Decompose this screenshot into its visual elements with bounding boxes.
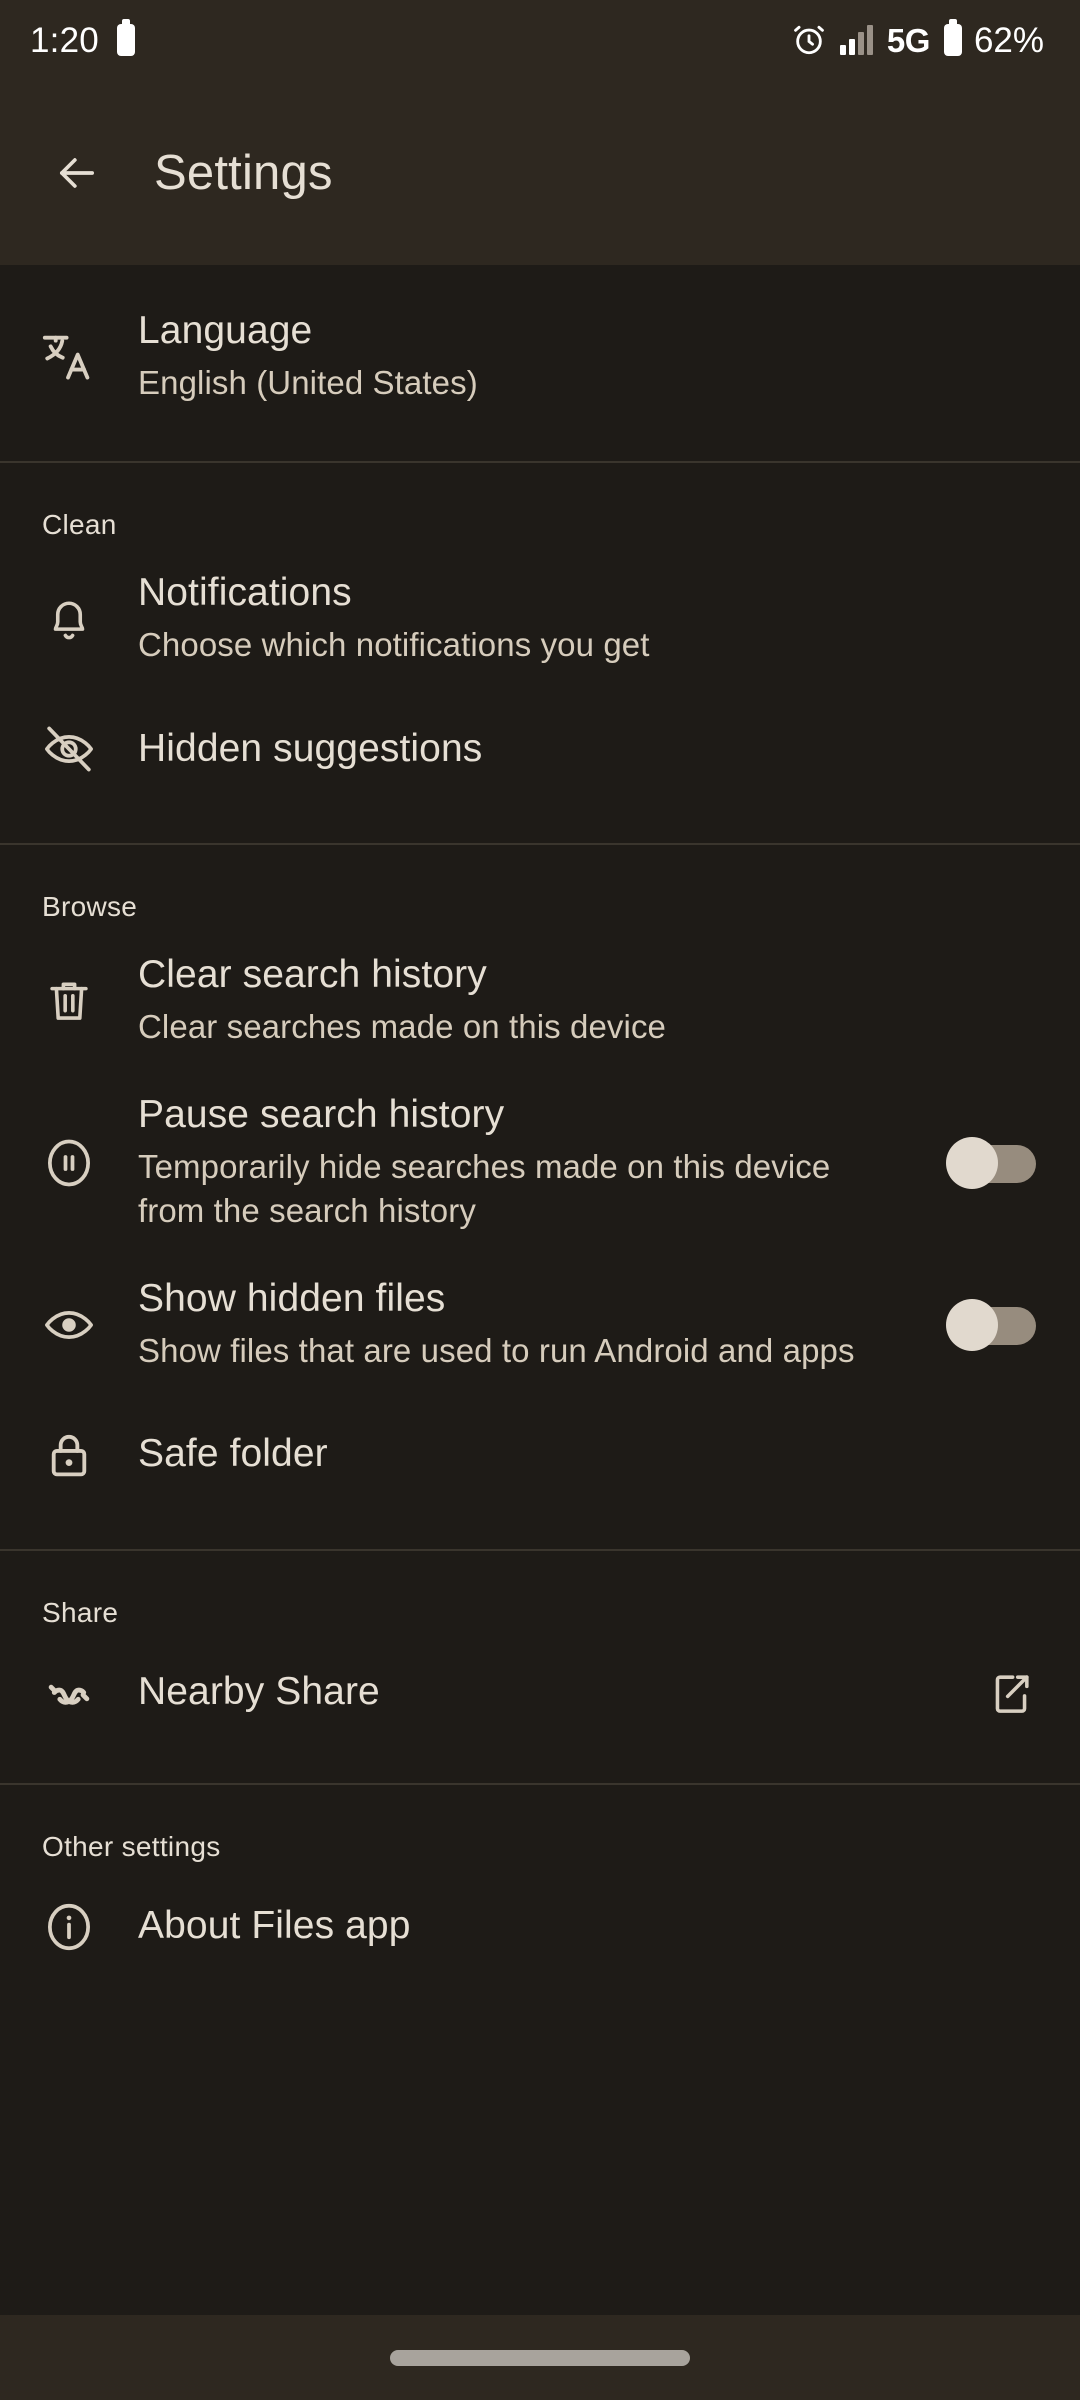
row-subtitle: Clear searches made on this device [138,1008,666,1046]
settings-screen: 1:20 5G 62% Settings Language English (U… [0,0,1080,2400]
settings-row-show-hidden-files[interactable]: Show hidden files Show files that are us… [0,1255,1080,1395]
row-title: Safe folder [138,1432,328,1476]
signal-bars-icon [839,25,873,55]
row-title: Nearby Share [138,1670,380,1714]
row-title: Show hidden files [138,1276,446,1320]
bell-icon [0,592,138,646]
row-title: Language [138,309,313,352]
settings-row-safe-folder[interactable]: Safe folder [0,1395,1080,1515]
section-header-clean: Clean [42,509,117,540]
home-gesture-pill[interactable] [390,2349,690,2366]
settings-row-notifications[interactable]: Notifications Choose which notifications… [0,541,1080,689]
pause-circle-icon [0,1135,138,1191]
section-header-other-settings: Other settings [42,1830,221,1862]
settings-row-nearby-share[interactable]: Nearby Share [0,1629,1080,1749]
app-bar: Settings [0,80,1080,265]
settings-list: Language English (United States) Clean N… [0,265,1080,2315]
status-bar-right: 5G 62% [792,19,1044,60]
row-title: About Files app [138,1904,411,1948]
status-bar-left: 1:20 [30,19,135,60]
battery-small-icon [116,19,135,56]
settings-row-text: Hidden suggestions [138,727,1036,771]
row-trailing [986,1668,1036,1718]
nearby-share-icon [0,1664,138,1722]
settings-group-browse: Browse Clear search history Clear search… [0,845,1080,1549]
show-hidden-files-switch[interactable] [946,1298,1036,1351]
settings-row-hidden-suggestions[interactable]: Hidden suggestions [0,689,1080,809]
row-title: Hidden suggestions [138,726,483,770]
trash-icon [0,974,138,1028]
settings-row-text: Pause search history Temporarily hide se… [138,1093,926,1233]
eye-off-icon [0,721,138,777]
info-icon [0,1899,138,1955]
settings-row-pause-search-history[interactable]: Pause search history Temporarily hide se… [0,1071,1080,1255]
switch-knob [946,1136,998,1189]
row-title: Clear search history [138,953,487,996]
alarm-icon [792,23,826,57]
back-arrow-icon [51,147,103,199]
row-trailing [946,1136,1036,1189]
row-trailing [946,1298,1036,1351]
row-subtitle: Temporarily hide searches made on this d… [138,1148,831,1229]
translate-icon [0,328,138,386]
settings-group-other: Other settings About Files app [0,1785,1080,2017]
row-subtitle: Choose which notifications you get [138,626,650,664]
settings-row-language[interactable]: Language English (United States) [0,279,1080,427]
battery-icon [943,19,962,56]
open-in-new-icon[interactable] [986,1668,1036,1718]
pause-search-history-switch[interactable] [946,1136,1036,1189]
settings-group-general: Language English (United States) [0,265,1080,461]
settings-row-text: Safe folder [138,1432,1036,1476]
section-header-share: Share [42,1596,119,1628]
settings-group-share: Share Nearby Share [0,1551,1080,1783]
switch-knob [946,1298,998,1351]
settings-row-text: Show hidden files Show files that are us… [138,1277,926,1373]
row-subtitle: Show files that are used to run Android … [138,1332,855,1369]
settings-row-text: Notifications Choose which notifications… [138,571,1036,667]
status-bar: 1:20 5G 62% [0,0,1080,80]
eye-icon [0,1297,138,1353]
battery-percent-label: 62% [973,20,1044,60]
settings-group-clean: Clean Notifications Choose which notific… [0,463,1080,843]
lock-icon [0,1428,138,1482]
network-type-label: 5G [886,21,931,59]
settings-row-about-files-app[interactable]: About Files app [0,1863,1080,1983]
row-subtitle: English (United States) [138,364,478,402]
settings-row-text: About Files app [138,1904,1036,1948]
back-button[interactable] [48,144,106,202]
settings-row-text: Clear search history Clear searches made… [138,953,1036,1049]
row-title: Pause search history [138,1093,505,1136]
row-title: Notifications [138,571,352,614]
navigation-bar [0,2315,1080,2400]
settings-row-clear-search-history[interactable]: Clear search history Clear searches made… [0,923,1080,1071]
page-title: Settings [154,145,333,200]
settings-row-text: Nearby Share [138,1670,966,1714]
section-header-browse: Browse [42,891,138,922]
status-clock: 1:20 [30,20,99,60]
settings-row-text: Language English (United States) [138,309,1036,405]
